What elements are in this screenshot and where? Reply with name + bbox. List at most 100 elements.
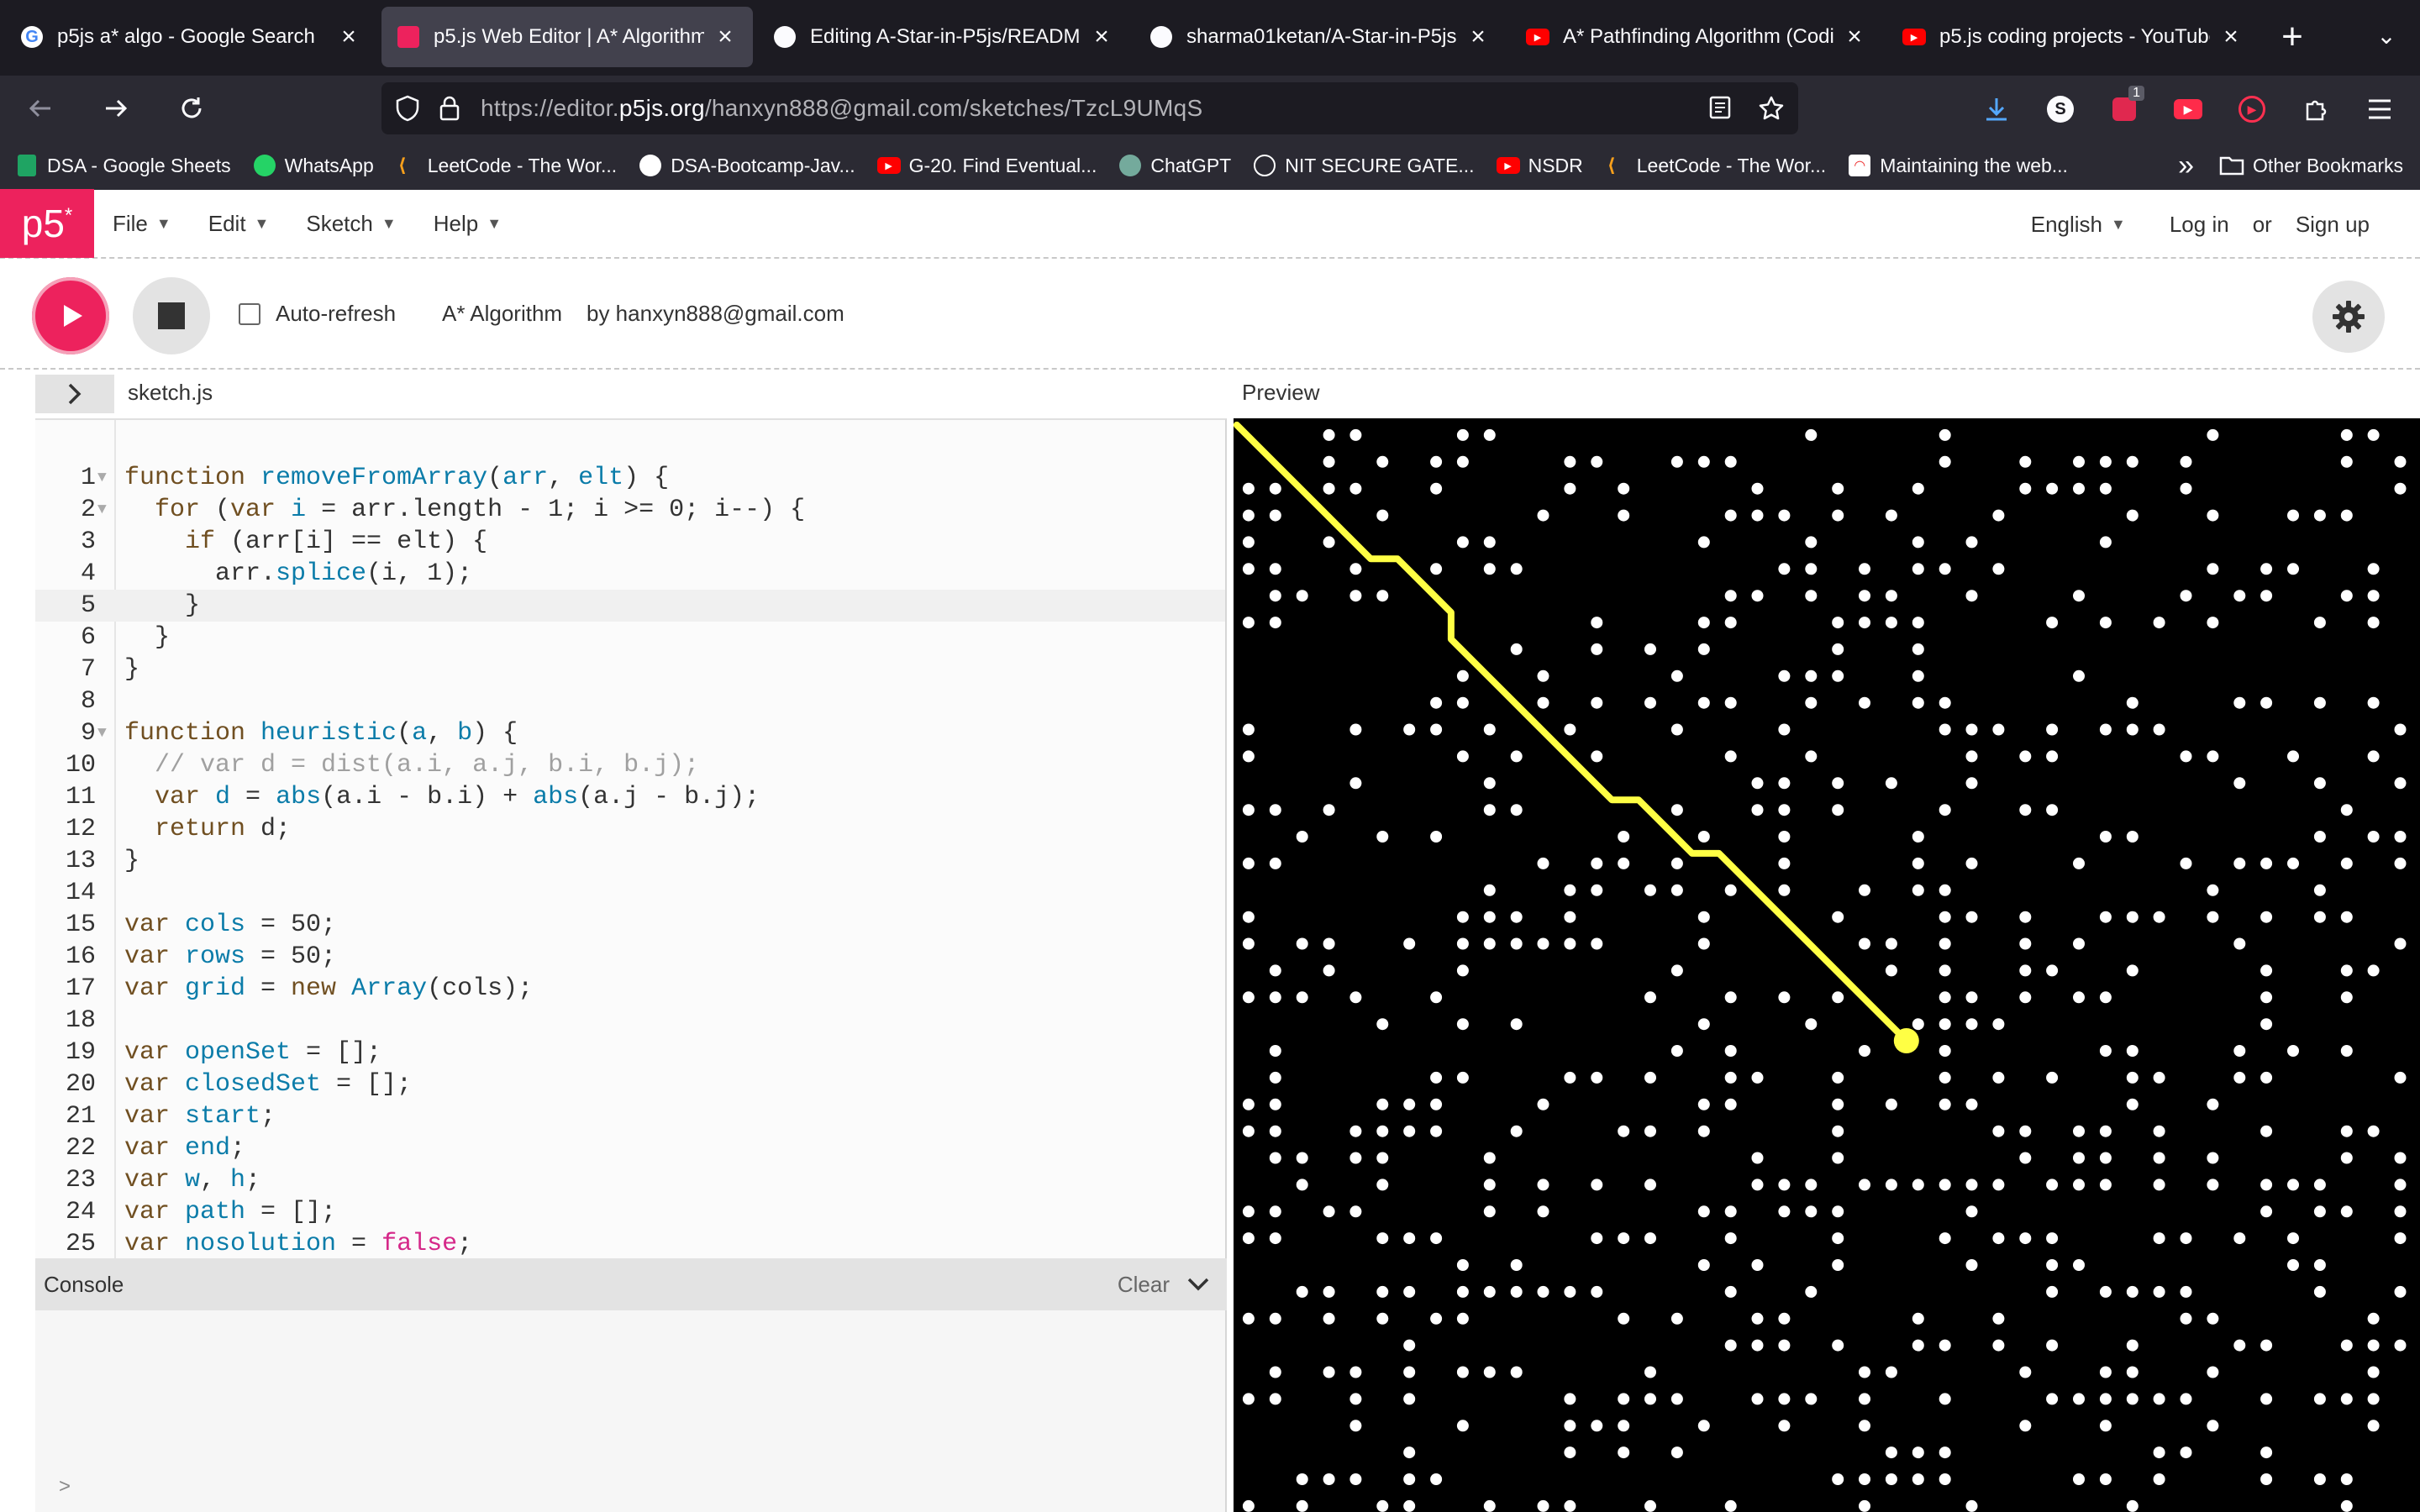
code-line[interactable]: 1 ▼ function removeFromArray(arr, elt) { [35,462,1225,494]
file-tab-sketch-js[interactable]: sketch.js [128,380,213,406]
menu-edit[interactable]: Edit ▼ [208,211,270,237]
code-line[interactable]: 16 var rows = 50; [35,941,1225,973]
bookmark-item[interactable]: DSA - Google Sheets [15,154,231,177]
code-line[interactable]: 24 var path = []; [35,1196,1225,1228]
wall-cell [2099,1125,2112,1137]
adblock-extension-button[interactable]: 1 [2101,86,2148,133]
chevron-down-icon[interactable] [1186,1277,1210,1292]
code-line[interactable]: 7} [35,654,1225,685]
sidebar-expand-button[interactable] [35,375,114,413]
shield-icon[interactable] [395,95,420,122]
code-line[interactable]: 20 var closedSet = []; [35,1068,1225,1100]
fold-arrow-icon[interactable]: ▼ [97,494,107,526]
bookmark-item[interactable]: ▶ NSDR [1496,154,1583,177]
url-bar[interactable]: https://editor.p5js.org/hanxyn888@gmail.… [381,82,1798,134]
url-text[interactable]: https://editor.p5js.org/hanxyn888@gmail.… [481,95,1202,122]
reload-button[interactable] [166,83,217,134]
code-line[interactable]: 23 var w, h; [35,1164,1225,1196]
downloads-button[interactable] [1973,86,2020,133]
code-editor[interactable]: 1 ▼ function removeFromArray(arr, elt) {2 ▼… [35,418,1227,1258]
extensions-button[interactable] [2292,86,2339,133]
signup-link[interactable]: Sign up [2296,212,2370,238]
login-link[interactable]: Log in [2170,212,2229,238]
app-menu-button[interactable] [2356,86,2403,133]
wall-cell [1483,777,1496,790]
bookmark-item[interactable]: ⟨ LeetCode - The Wor... [1605,154,1826,177]
lock-icon[interactable] [439,95,460,122]
reader-view-icon[interactable] [1707,95,1733,120]
auto-refresh-toggle[interactable]: Auto-refresh [239,301,396,327]
browser-tab[interactable]: p5.js Web Editor | A* Algorithm × [381,7,753,67]
forward-button[interactable] [91,83,141,134]
sketch-preview-canvas[interactable] [1234,418,2420,1512]
wall-cell [1430,831,1443,843]
close-icon[interactable]: × [713,24,738,50]
fold-arrow-icon[interactable]: ▼ [97,462,107,494]
close-icon[interactable]: × [1089,24,1114,50]
auto-refresh-checkbox[interactable] [239,302,260,325]
code-line[interactable]: 10 // var d = dist(a.i, a.j, b.i, b.j); [35,749,1225,781]
back-button[interactable] [15,83,66,134]
browser-tab[interactable]: sharma01ketan/A-Star-in-P5js: × [1134,7,1506,67]
fold-arrow-icon[interactable]: ▼ [97,717,107,749]
chevron-double-right-icon[interactable]: » [2178,150,2194,182]
player-extension-button[interactable]: ▶ [2228,86,2275,133]
bookmark-item[interactable]: ◠ Maintaining the web... [1848,154,2068,177]
bookmark-star-icon[interactable] [1758,95,1785,122]
code-line[interactable]: 5 } [35,590,1225,622]
browser-tab[interactable]: ▶ p5.js coding projects - YouTube × [1887,7,2259,67]
wall-cell [2099,911,2112,923]
console-prompt-icon[interactable]: > [59,1475,71,1499]
close-icon[interactable]: × [2218,24,2244,50]
menu-help[interactable]: Help ▼ [434,211,502,237]
p5-logo[interactable]: p5 * [0,189,94,258]
bookmark-item[interactable]: ▶ G-20. Find Eventual... [876,154,1097,177]
code-line[interactable]: 12 return d; [35,813,1225,845]
code-line[interactable]: 17 var grid = new Array(cols); [35,973,1225,1005]
console-clear-button[interactable]: Clear [1118,1272,1170,1298]
code-line[interactable]: 22 var end; [35,1132,1225,1164]
sketch-owner[interactable]: by hanxyn888@gmail.com [587,301,844,327]
settings-button[interactable] [2312,281,2385,353]
code-line[interactable]: 15 var cols = 50; [35,909,1225,941]
browser-tab[interactable]: ▶ A* Pathfinding Algorithm (Coding × [1511,7,1882,67]
code-line[interactable]: 3 if (arr[i] == elt) { [35,526,1225,558]
browser-tab[interactable]: Editing A-Star-in-P5js/README × [758,7,1129,67]
close-icon[interactable]: × [1465,24,1491,50]
menu-sketch[interactable]: Sketch ▼ [306,211,396,237]
bookmark-item[interactable]: ⟨ LeetCode - The Wor... [396,154,617,177]
code-line[interactable]: 9 ▼ function heuristic(a, b) { [35,717,1225,749]
globe-icon [1253,154,1276,177]
youtube-extension-button[interactable]: ▶ [2165,86,2212,133]
bookmark-item[interactable]: ChatGPT [1118,154,1231,177]
code-line[interactable]: 13} [35,845,1225,877]
browser-tab[interactable]: Gp5js a* algo - Google Search × [5,7,376,67]
stop-button[interactable] [133,277,210,354]
close-icon[interactable]: × [336,24,361,50]
menu-file[interactable]: File ▼ [113,211,171,237]
console-output[interactable]: > [35,1310,1227,1512]
profile-extension-button[interactable]: S [2037,86,2084,133]
code-line[interactable]: 11 var d = abs(a.i - b.i) + abs(a.j - b.… [35,781,1225,813]
close-icon[interactable]: × [1842,24,1867,50]
code-line[interactable]: 4 arr.splice(i, 1); [35,558,1225,590]
code-line[interactable]: 18 [35,1005,1225,1037]
list-all-tabs-button[interactable]: ⌄ [2370,22,2403,55]
code-line[interactable]: 2 ▼ for (var i = arr.length - 1; i >= 0; … [35,494,1225,526]
bookmark-item[interactable]: WhatsApp [253,154,374,177]
code-line[interactable]: 19 var openSet = []; [35,1037,1225,1068]
bookmark-item[interactable]: DSA-Bootcamp-Jav... [639,154,855,177]
code-line[interactable]: 21 var start; [35,1100,1225,1132]
console-header[interactable]: Console Clear [35,1258,1227,1310]
bookmark-item[interactable]: NIT SECURE GATE... [1253,154,1475,177]
new-tab-button[interactable]: + [2267,7,2317,67]
code-line[interactable]: 25 var nosolution = false; [35,1228,1225,1258]
sketch-name[interactable]: A* Algorithm [442,301,562,327]
line-number: 19 [65,1038,96,1067]
code-line[interactable]: 6 } [35,622,1225,654]
code-line[interactable]: 8 [35,685,1225,717]
other-bookmarks[interactable]: Other Bookmarks [2219,155,2403,177]
play-button[interactable] [32,277,109,354]
code-line[interactable]: 14 [35,877,1225,909]
language-dropdown[interactable]: English ▼ [2031,212,2126,238]
